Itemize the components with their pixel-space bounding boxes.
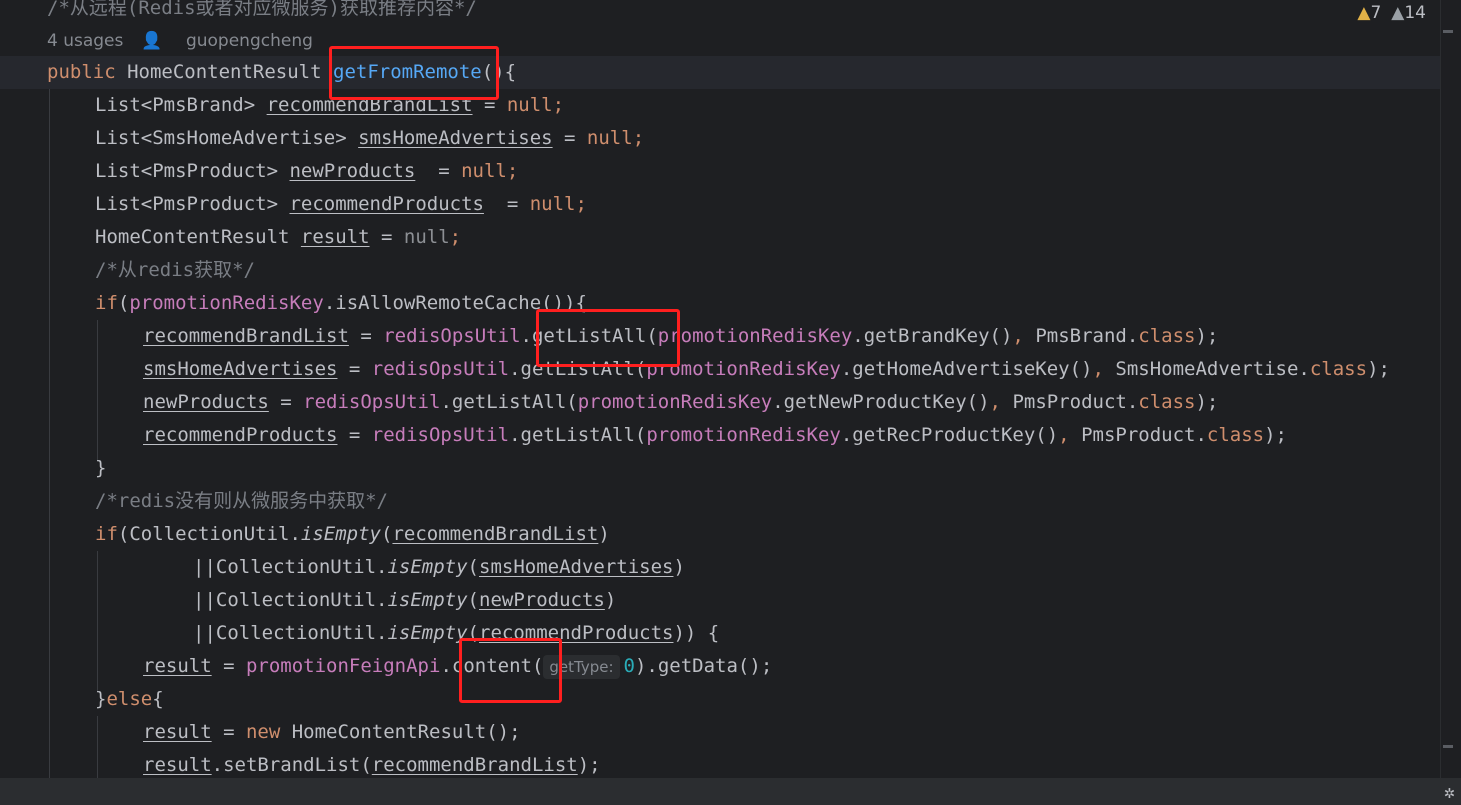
code-line: ||CollectionUtil.isEmpty(recommendProduc… [193, 622, 720, 644]
code-comment: /*从远程(Redis或者对应微服务)获取推荐内容*/ [47, 0, 477, 19]
usages-link[interactable]: 4 usages [47, 31, 123, 51]
code-line: List<PmsProduct> recommendProducts = nul… [95, 193, 587, 215]
code-line: } [95, 457, 107, 479]
code-comment: /*从redis获取*/ [95, 259, 255, 281]
code-line: result.setBrandList(recommendBrandList); [143, 754, 601, 776]
code-line: }else{ [95, 688, 164, 710]
settings-icon[interactable]: ✲ [1444, 782, 1455, 803]
indent-guide [97, 320, 98, 460]
code-line: result = new HomeContentResult(); [143, 721, 521, 743]
user-icon: 👤 [141, 31, 163, 51]
code-vision-hints: 4 usages 👤 guopengcheng [47, 28, 349, 54]
code-line: recommendProducts = redisOpsUtil.getList… [143, 424, 1287, 446]
vertical-scrollbar[interactable] [1440, 0, 1461, 778]
code-line: ||CollectionUtil.isEmpty(smsHomeAdvertis… [193, 556, 685, 578]
annotation-highlight-box [459, 638, 562, 703]
weak-warning-icon: ▲ [1391, 3, 1405, 23]
code-line: if(promotionRedisKey.isAllowRemoteCache(… [95, 292, 587, 314]
annotation-highlight-box [536, 309, 680, 367]
scroll-marker [1443, 30, 1453, 33]
indent-guide [49, 89, 50, 778]
scroll-marker [1443, 745, 1453, 748]
inspection-widget[interactable]: ▲7 ▲14 [1357, 2, 1426, 24]
indent-guide [97, 551, 98, 691]
indent-guide [97, 716, 98, 778]
code-line: smsHomeAdvertises = redisOpsUtil.getList… [143, 358, 1390, 380]
warning-icon: ▲ [1357, 3, 1371, 23]
code-line: recommendBrandList = redisOpsUtil.getLis… [143, 325, 1219, 347]
code-line: List<PmsProduct> newProducts = null; [95, 160, 519, 182]
author-hint[interactable]: 👤 guopengcheng [141, 31, 331, 51]
horizontal-scrollbar[interactable]: ✲ [0, 778, 1461, 805]
code-line: List<SmsHomeAdvertise> smsHomeAdvertises… [95, 127, 645, 149]
code-line: result = promotionFeignApi.content(getTy… [143, 654, 773, 679]
code-editor[interactable]: /*从远程(Redis或者对应微服务)获取推荐内容*/ 4 usages 👤 gu… [0, 0, 1440, 778]
code-line: HomeContentResult result = null; [95, 226, 462, 248]
code-line: newProducts = redisOpsUtil.getListAll(pr… [143, 391, 1219, 413]
annotation-highlight-box [329, 46, 499, 100]
code-comment: /*redis没有则从微服务中获取*/ [95, 490, 388, 512]
code-line: ||CollectionUtil.isEmpty(newProducts) [193, 589, 617, 611]
code-line: if(CollectionUtil.isEmpty(recommendBrand… [95, 523, 610, 545]
